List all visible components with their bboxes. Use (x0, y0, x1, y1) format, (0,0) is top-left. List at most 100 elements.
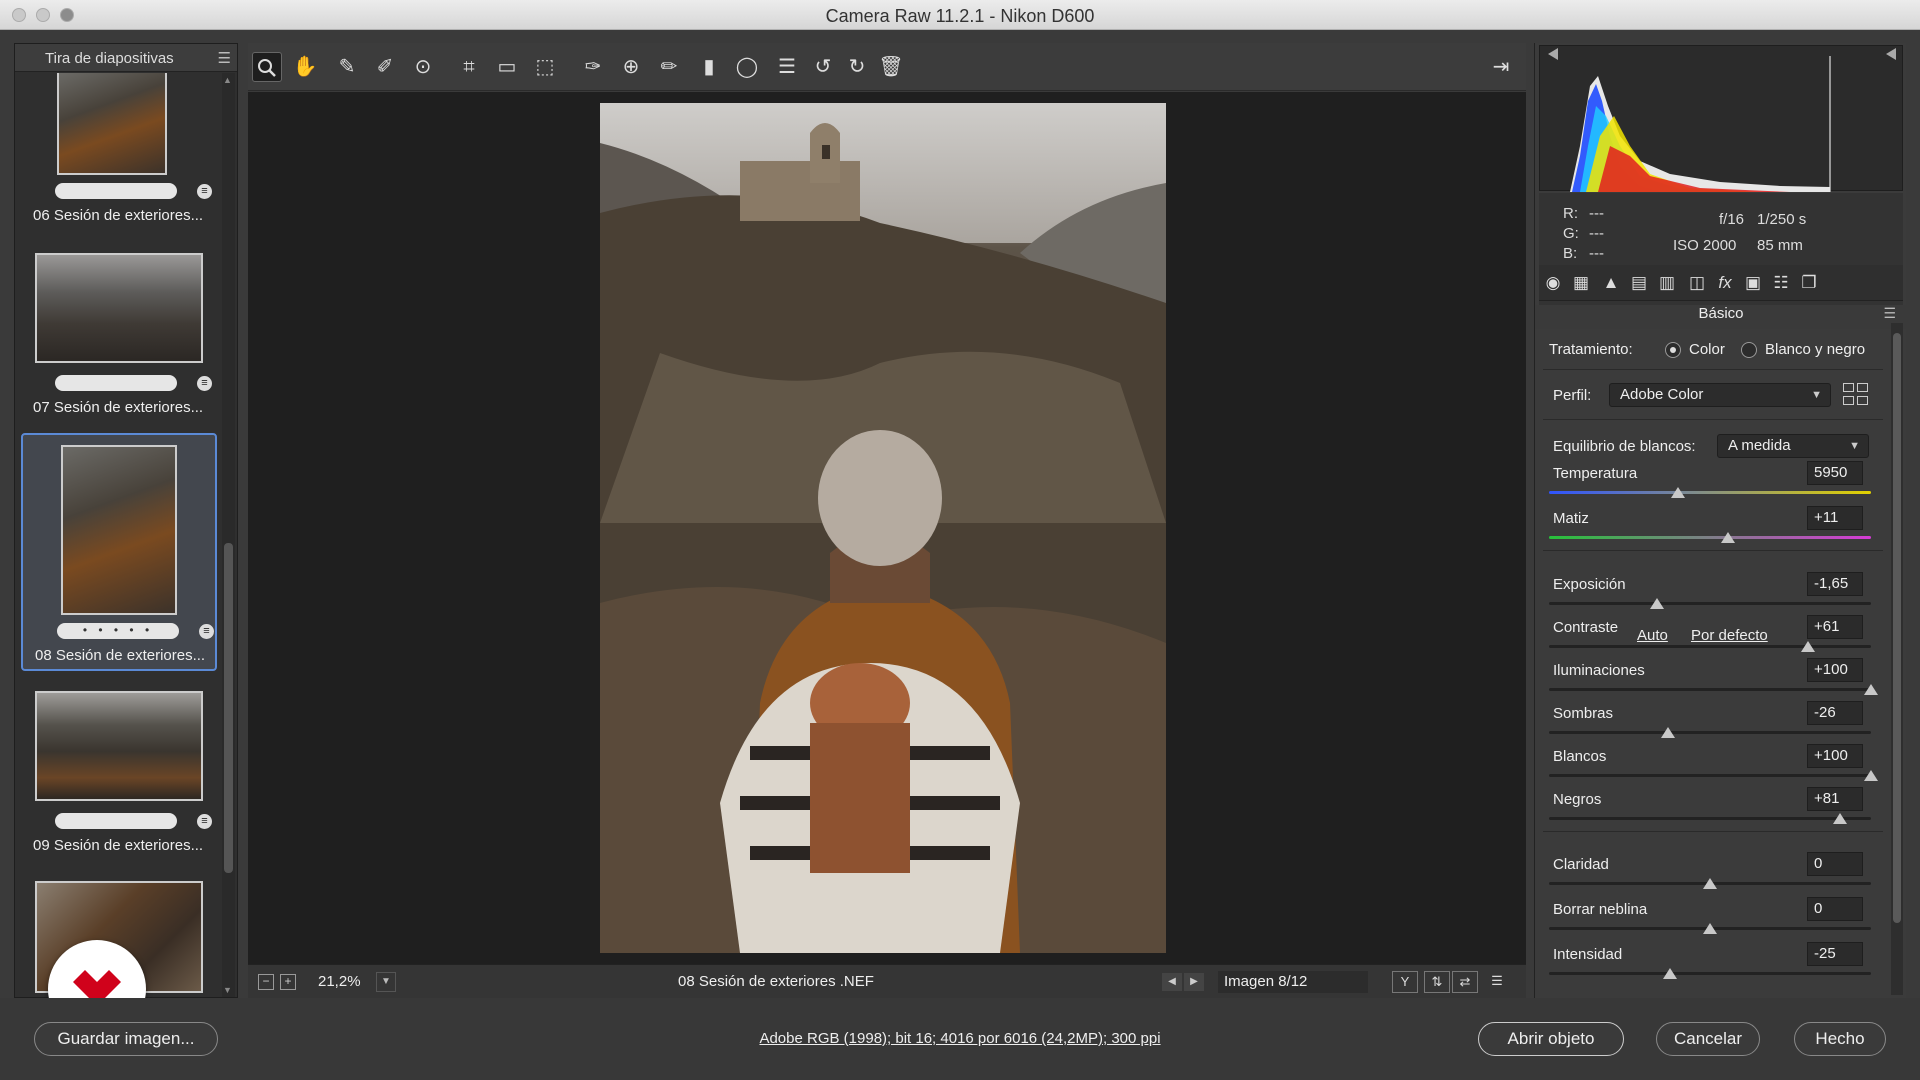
radial-filter-icon[interactable]: ◯ (732, 52, 762, 82)
highlights-value-field[interactable]: +100 (1807, 658, 1863, 682)
filmstrip-menu-icon[interactable]: ☰ (218, 49, 231, 67)
exposure-slider-handle[interactable] (1649, 598, 1664, 609)
tint-slider-track[interactable] (1549, 536, 1871, 539)
preview-preferences-icon[interactable]: ☰ (1484, 971, 1510, 993)
treatment-bw-label[interactable]: Blanco y negro (1765, 341, 1865, 358)
rotate-right-icon[interactable]: ↻ (842, 52, 872, 82)
blacks-slider-handle[interactable] (1833, 813, 1848, 824)
done-button[interactable]: Hecho (1794, 1022, 1886, 1056)
tab-detail-icon[interactable]: ▲ (1599, 271, 1623, 295)
zoom-in-button[interactable]: + (280, 974, 296, 990)
filmstrip-thumbnail[interactable] (61, 445, 177, 615)
filmstrip-thumbnail[interactable] (57, 73, 167, 175)
treatment-color-label[interactable]: Color (1689, 341, 1725, 358)
tab-lens-corrections-icon[interactable]: ◫ (1685, 271, 1709, 295)
open-object-button[interactable]: Abrir objeto (1478, 1022, 1624, 1056)
before-after-icon[interactable]: Y (1392, 971, 1418, 993)
exposure-slider-track[interactable] (1549, 602, 1871, 605)
graduated-filter-icon[interactable]: ▮ (694, 52, 724, 82)
filmstrip-item[interactable]: ≡ 07 Sesión de exteriores... (21, 253, 217, 416)
shadows-slider-handle[interactable] (1661, 727, 1676, 738)
tint-value-field[interactable]: +11 (1807, 506, 1863, 530)
tab-hsl-icon[interactable]: ▤ (1627, 271, 1651, 295)
adjustment-brush-icon[interactable]: ✏ (654, 52, 684, 82)
dehaze-slider-handle[interactable] (1703, 923, 1717, 934)
temperature-value-field[interactable]: 5950 (1807, 461, 1863, 485)
temperature-slider-handle[interactable] (1670, 487, 1685, 498)
tab-effects-icon[interactable]: fx (1713, 271, 1737, 295)
whites-value-field[interactable]: +100 (1807, 744, 1863, 768)
treatment-bw-radio[interactable] (1741, 342, 1757, 358)
flag-icon[interactable]: ≡ (197, 376, 212, 391)
clarity-slider-handle[interactable] (1703, 878, 1717, 889)
scrollbar-thumb[interactable] (224, 543, 233, 873)
whites-slider-handle[interactable] (1864, 770, 1878, 781)
straighten-tool-icon[interactable]: ▭ (492, 52, 522, 82)
targeted-adjustment-icon[interactable]: ⊙ (408, 52, 438, 82)
blacks-slider-track[interactable] (1549, 817, 1871, 820)
filmstrip-scrollbar[interactable]: ▲ ▼ (222, 73, 235, 997)
panel-scrollbar[interactable] (1891, 323, 1903, 995)
color-sampler-tool-icon[interactable]: ✐ (370, 52, 400, 82)
tab-tone-curve-icon[interactable]: ▦ (1569, 271, 1593, 295)
contrast-slider-handle[interactable] (1801, 641, 1816, 652)
white-balance-tool-icon[interactable]: ✎ (332, 52, 362, 82)
red-eye-icon[interactable]: ⊕ (616, 52, 646, 82)
profile-dropdown[interactable]: Adobe Color ▼ (1609, 383, 1831, 407)
flag-icon[interactable]: ≡ (197, 184, 212, 199)
white-balance-dropdown[interactable]: A medida ▼ (1717, 434, 1869, 458)
tab-presets-icon[interactable]: ☷ (1769, 271, 1793, 295)
fullscreen-icon[interactable]: ⇥ (1486, 52, 1516, 82)
previous-image-button[interactable]: ◀ (1162, 973, 1182, 991)
shadows-slider-track[interactable] (1549, 731, 1871, 734)
preview-photo[interactable] (600, 103, 1166, 953)
rating-stars[interactable] (55, 813, 177, 829)
temperature-slider-track[interactable] (1549, 491, 1871, 494)
rating-stars[interactable] (55, 183, 177, 199)
rating-stars[interactable]: • • • • • (57, 623, 179, 639)
zoom-out-button[interactable]: − (258, 974, 274, 990)
crop-tool-icon[interactable]: ⌗ (454, 52, 484, 82)
flag-icon[interactable]: ≡ (197, 814, 212, 829)
tab-split-toning-icon[interactable]: ▥ (1655, 271, 1679, 295)
cancel-button[interactable]: Cancelar (1656, 1022, 1760, 1056)
image-canvas[interactable] (248, 92, 1526, 964)
treatment-color-radio[interactable] (1665, 342, 1681, 358)
swap-settings-icon[interactable]: ⇅ (1424, 971, 1450, 993)
filmstrip-item-selected[interactable]: • • • • • ≡ 08 Sesión de exteriores... (21, 433, 217, 671)
contrast-slider-track[interactable] (1549, 645, 1871, 648)
scrollbar-thumb[interactable] (1893, 333, 1901, 923)
tab-snapshots-icon[interactable]: ❐ (1797, 271, 1821, 295)
zoom-dropdown[interactable]: ▼ (376, 972, 396, 992)
vibrance-slider-handle[interactable] (1662, 968, 1677, 979)
tab-camera-calibration-icon[interactable]: ▣ (1741, 271, 1765, 295)
filmstrip-item[interactable]: ≡ 09 Sesión de exteriores... (21, 691, 217, 854)
highlights-slider-handle[interactable] (1864, 684, 1878, 695)
clarity-value-field[interactable]: 0 (1807, 852, 1863, 876)
profile-browser-icon[interactable] (1843, 383, 1869, 407)
tab-basic-icon[interactable]: ◉ (1541, 271, 1565, 295)
dehaze-value-field[interactable]: 0 (1807, 897, 1863, 921)
auto-button[interactable]: Auto (1637, 627, 1668, 644)
spot-removal-icon[interactable]: ✑ (578, 52, 608, 82)
highlights-slider-track[interactable] (1549, 688, 1871, 691)
rating-stars[interactable] (55, 375, 177, 391)
flag-icon[interactable]: ≡ (199, 624, 214, 639)
transform-tool-icon[interactable]: ⬚ (530, 52, 560, 82)
whites-slider-track[interactable] (1549, 774, 1871, 777)
filmstrip-item[interactable]: ≡ 06 Sesión de exteriores... (21, 73, 217, 231)
rotate-left-icon[interactable]: ↺ (808, 52, 838, 82)
trash-icon[interactable]: 🗑 (876, 52, 906, 82)
exposure-value-field[interactable]: -1,65 (1807, 572, 1863, 596)
shadows-value-field[interactable]: -26 (1807, 701, 1863, 725)
scroll-up-icon[interactable]: ▲ (223, 75, 232, 85)
blacks-value-field[interactable]: +81 (1807, 787, 1863, 811)
vibrance-value-field[interactable]: -25 (1807, 942, 1863, 966)
scroll-down-icon[interactable]: ▼ (223, 985, 232, 995)
zoom-tool-icon[interactable] (252, 52, 282, 82)
contrast-value-field[interactable]: +61 (1807, 615, 1863, 639)
filmstrip-thumbnail[interactable] (35, 253, 203, 363)
default-button[interactable]: Por defecto (1691, 627, 1768, 644)
workflow-options-link[interactable]: Adobe RGB (1998); bit 16; 4016 por 6016 … (0, 1030, 1920, 1047)
presets-list-icon[interactable]: ☰ (772, 52, 802, 82)
